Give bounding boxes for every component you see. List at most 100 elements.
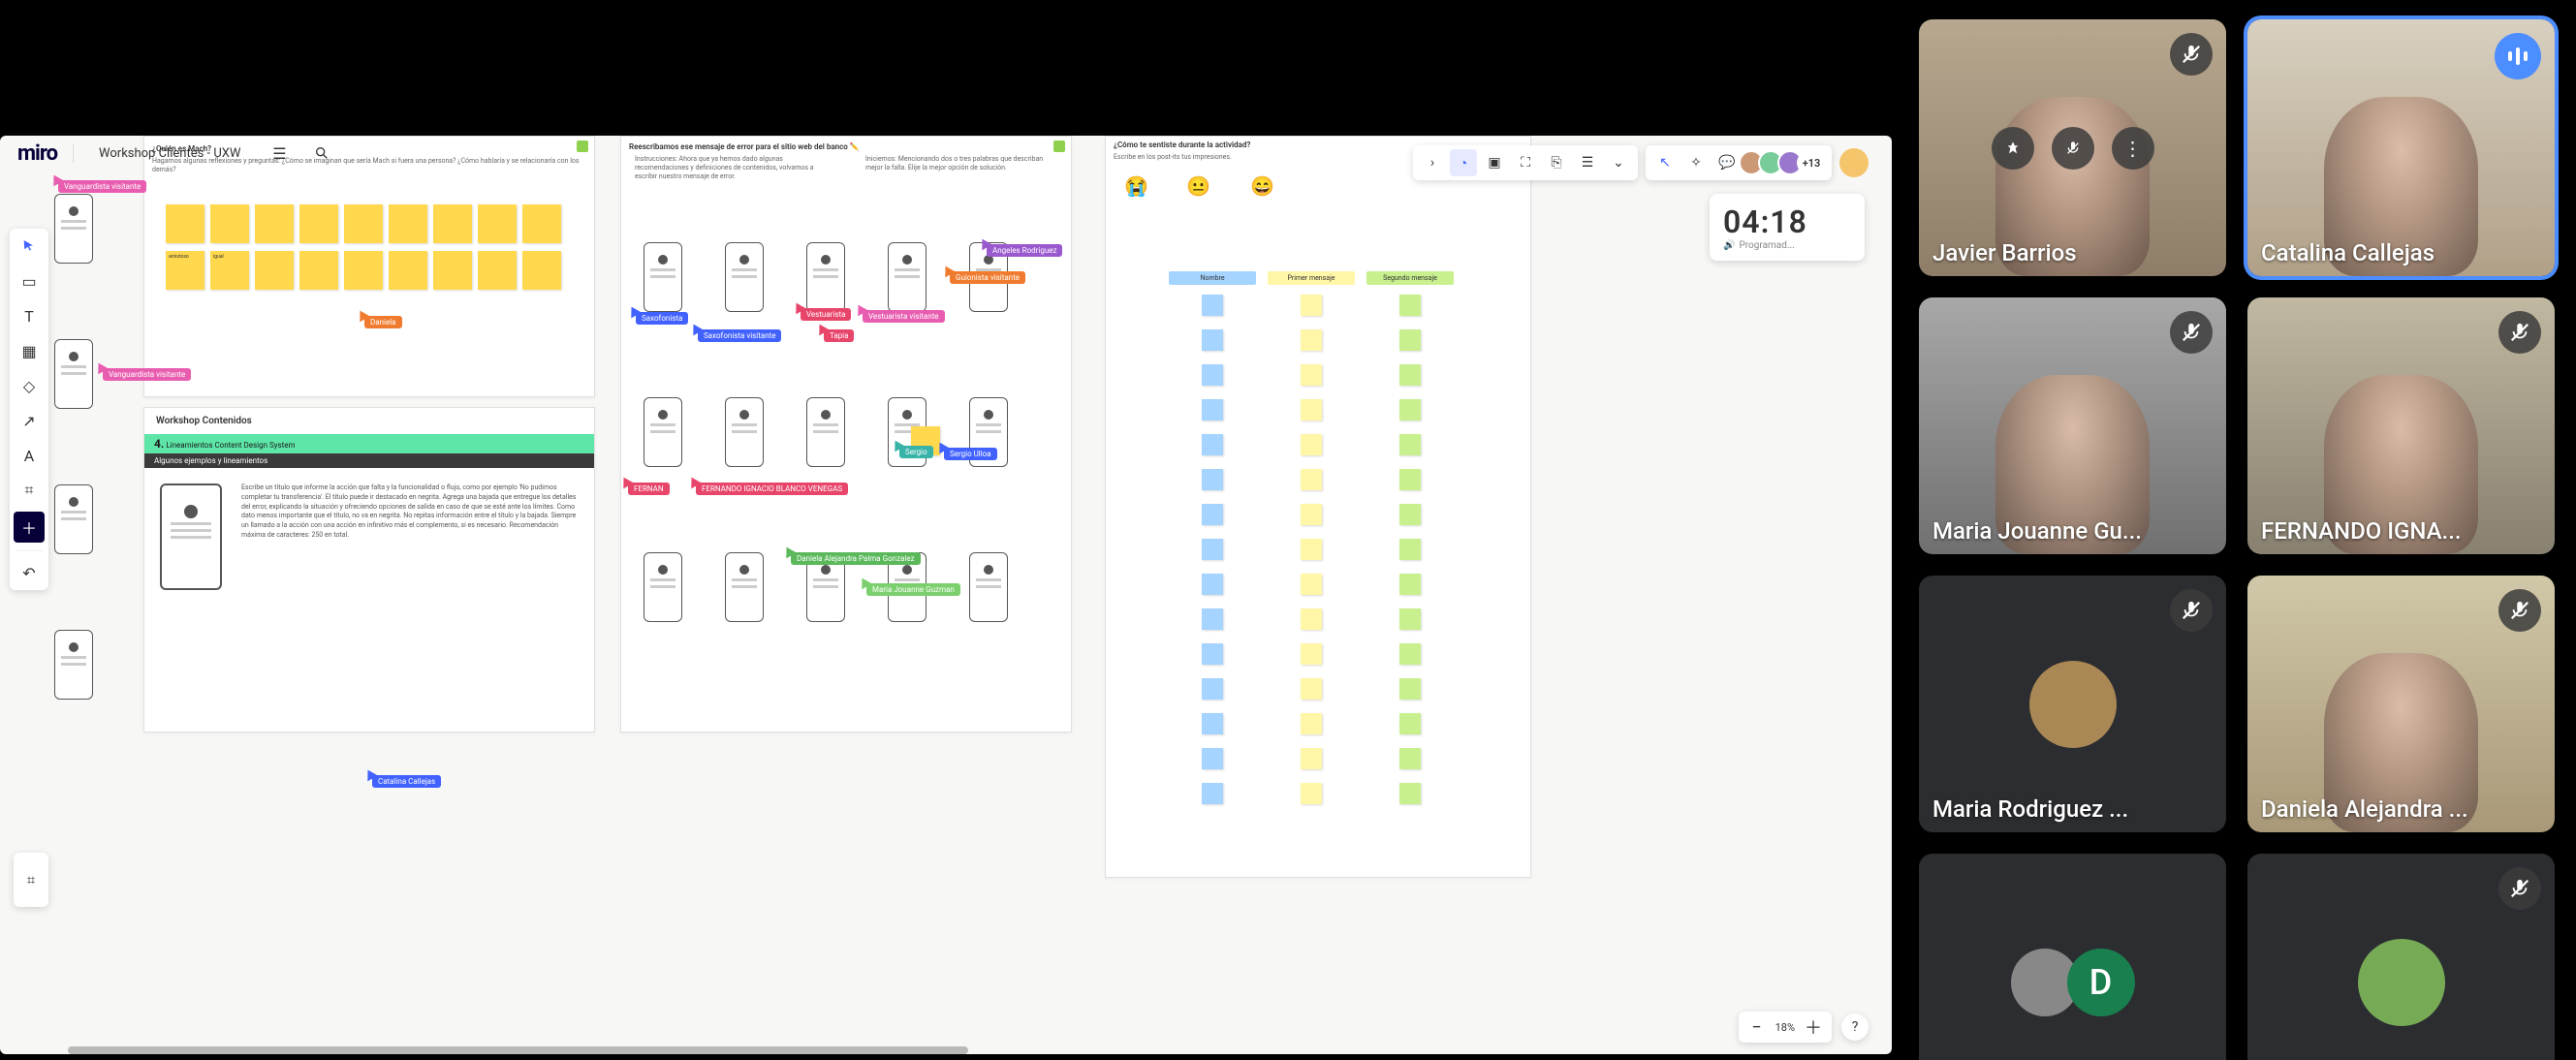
phone-mockup[interactable] bbox=[644, 552, 682, 622]
help-button[interactable]: ? bbox=[1841, 1013, 1869, 1041]
phone-mockup[interactable] bbox=[54, 484, 93, 554]
sticky-note[interactable] bbox=[389, 251, 427, 290]
zoom-level-label[interactable]: 18% bbox=[1770, 1021, 1801, 1034]
sticky-note[interactable] bbox=[1301, 469, 1322, 490]
sticky-note[interactable] bbox=[1301, 504, 1322, 525]
sticky-note[interactable] bbox=[1301, 748, 1322, 769]
phone-mockup[interactable] bbox=[806, 397, 845, 467]
chevron-down-icon[interactable]: ⌄ bbox=[1605, 149, 1632, 176]
export-icon[interactable]: ⎘ bbox=[1543, 149, 1570, 176]
sticky-note[interactable] bbox=[1301, 295, 1322, 316]
sticky-note[interactable] bbox=[1399, 748, 1421, 769]
menu-icon[interactable]: ☰ bbox=[266, 140, 293, 167]
tool-text[interactable]: T bbox=[10, 298, 48, 333]
sticky-note[interactable] bbox=[1301, 329, 1322, 351]
sticky-note[interactable] bbox=[344, 204, 383, 243]
sticky-note[interactable] bbox=[1202, 608, 1223, 630]
sticky-note[interactable] bbox=[1399, 504, 1421, 525]
phone-mockup[interactable] bbox=[54, 630, 93, 700]
tool-undo[interactable]: ↶ bbox=[10, 555, 48, 590]
sticky-note[interactable] bbox=[1202, 783, 1223, 804]
sticky-note[interactable]: igual bbox=[210, 251, 249, 290]
phone-mockup[interactable] bbox=[725, 242, 764, 312]
phone-mockup[interactable] bbox=[806, 242, 845, 312]
video-tile[interactable]: Maria Rodriguez ... bbox=[1919, 576, 2226, 832]
pin-icon[interactable] bbox=[1992, 127, 2034, 170]
sticky-note[interactable] bbox=[344, 251, 383, 290]
video-tile[interactable]: D11 más bbox=[1919, 854, 2226, 1060]
sticky-note[interactable] bbox=[1202, 504, 1223, 525]
sticky-note[interactable] bbox=[1399, 539, 1421, 560]
sticky-note[interactable] bbox=[1301, 608, 1322, 630]
video-tile[interactable]: FERNANDO IGNA... bbox=[2247, 297, 2555, 554]
horizontal-scrollbar[interactable] bbox=[68, 1046, 1568, 1054]
collaborator-avatars[interactable]: +13 bbox=[1744, 150, 1826, 175]
notes-icon[interactable]: ☰ bbox=[1574, 149, 1601, 176]
sticky-note[interactable] bbox=[210, 204, 249, 243]
sticky-note[interactable] bbox=[1202, 574, 1223, 595]
sticky-note[interactable] bbox=[1202, 643, 1223, 665]
tool-pen[interactable]: A bbox=[10, 438, 48, 473]
phone-mockup[interactable] bbox=[969, 552, 1008, 622]
sticky-note[interactable] bbox=[1301, 399, 1322, 421]
sticky-note[interactable] bbox=[1399, 399, 1421, 421]
sticky-note[interactable] bbox=[1202, 748, 1223, 769]
frame-grid-icon[interactable]: ⌗ bbox=[27, 866, 35, 893]
sticky-note[interactable] bbox=[1202, 434, 1223, 455]
tool-add[interactable]: ＋ bbox=[14, 512, 45, 543]
sticky-note[interactable] bbox=[1301, 643, 1322, 665]
tool-shape[interactable]: ◇ bbox=[10, 368, 48, 403]
phone-mockup[interactable] bbox=[54, 339, 93, 409]
tool-sticky[interactable]: ▦ bbox=[10, 333, 48, 368]
sticky-note[interactable] bbox=[255, 204, 294, 243]
sticky-note[interactable] bbox=[1202, 713, 1223, 734]
mic-muted-icon[interactable] bbox=[2052, 127, 2094, 170]
sticky-note[interactable] bbox=[166, 204, 204, 243]
sticky-note[interactable] bbox=[1202, 539, 1223, 560]
sticky-note[interactable] bbox=[1301, 539, 1322, 560]
sticky-note[interactable] bbox=[1399, 713, 1421, 734]
sticky-note[interactable] bbox=[1399, 364, 1421, 386]
sticky-note[interactable] bbox=[1202, 364, 1223, 386]
panel-contenidos[interactable]: Workshop Contenidos 4. Lineamientos Cont… bbox=[143, 407, 595, 733]
cursor-follow-icon[interactable]: ↖ bbox=[1651, 149, 1679, 176]
phone-mockup[interactable] bbox=[725, 397, 764, 467]
tool-line[interactable]: ↗ bbox=[10, 403, 48, 438]
tool-crop[interactable]: ⌗ bbox=[10, 473, 48, 508]
sticky-note[interactable] bbox=[433, 251, 472, 290]
miro-logo[interactable]: miro bbox=[6, 141, 57, 166]
video-tile[interactable]: Maria Jouanne Gu... bbox=[1919, 297, 2226, 554]
current-user-avatar[interactable] bbox=[1839, 148, 1869, 177]
phone-mockup[interactable] bbox=[644, 242, 682, 312]
comments-icon[interactable]: 💬 bbox=[1713, 149, 1741, 176]
sticky-note[interactable] bbox=[1399, 469, 1421, 490]
phone-mockup[interactable] bbox=[644, 397, 682, 467]
video-tile[interactable]: Sebastian Bascuñ... bbox=[2247, 854, 2555, 1060]
timer-widget[interactable]: 04:18 🔊Programad... bbox=[1710, 194, 1865, 261]
sticky-note[interactable] bbox=[1399, 783, 1421, 804]
sticky-note[interactable] bbox=[433, 204, 472, 243]
reactions-icon[interactable]: ✧ bbox=[1682, 149, 1710, 176]
sticky-note[interactable] bbox=[522, 204, 561, 243]
phone-mockup-big[interactable] bbox=[160, 483, 222, 590]
sticky-note[interactable] bbox=[1301, 574, 1322, 595]
zoom-in-button[interactable]: ＋ bbox=[1801, 1013, 1826, 1041]
sticky-note[interactable] bbox=[1202, 678, 1223, 700]
sticky-note[interactable] bbox=[1301, 783, 1322, 804]
sticky-note[interactable] bbox=[1301, 434, 1322, 455]
sticky-note[interactable] bbox=[255, 251, 294, 290]
video-tile[interactable]: Daniela Alejandra ... bbox=[2247, 576, 2555, 832]
sticky-note[interactable] bbox=[1202, 469, 1223, 490]
sticky-note[interactable] bbox=[1399, 608, 1421, 630]
sticky-note[interactable] bbox=[522, 251, 561, 290]
sticky-note[interactable] bbox=[1202, 399, 1223, 421]
sticky-note[interactable] bbox=[1202, 329, 1223, 351]
tool-select[interactable] bbox=[10, 229, 48, 264]
present-icon[interactable]: ▣ bbox=[1481, 149, 1508, 176]
avatar-overflow-count[interactable]: +13 bbox=[1797, 150, 1826, 175]
sticky-note[interactable] bbox=[1301, 713, 1322, 734]
more-icon[interactable]: ⋮ bbox=[2112, 127, 2154, 170]
sticky-note[interactable] bbox=[1301, 364, 1322, 386]
phone-mockup[interactable] bbox=[725, 552, 764, 622]
sticky-note[interactable] bbox=[299, 251, 338, 290]
